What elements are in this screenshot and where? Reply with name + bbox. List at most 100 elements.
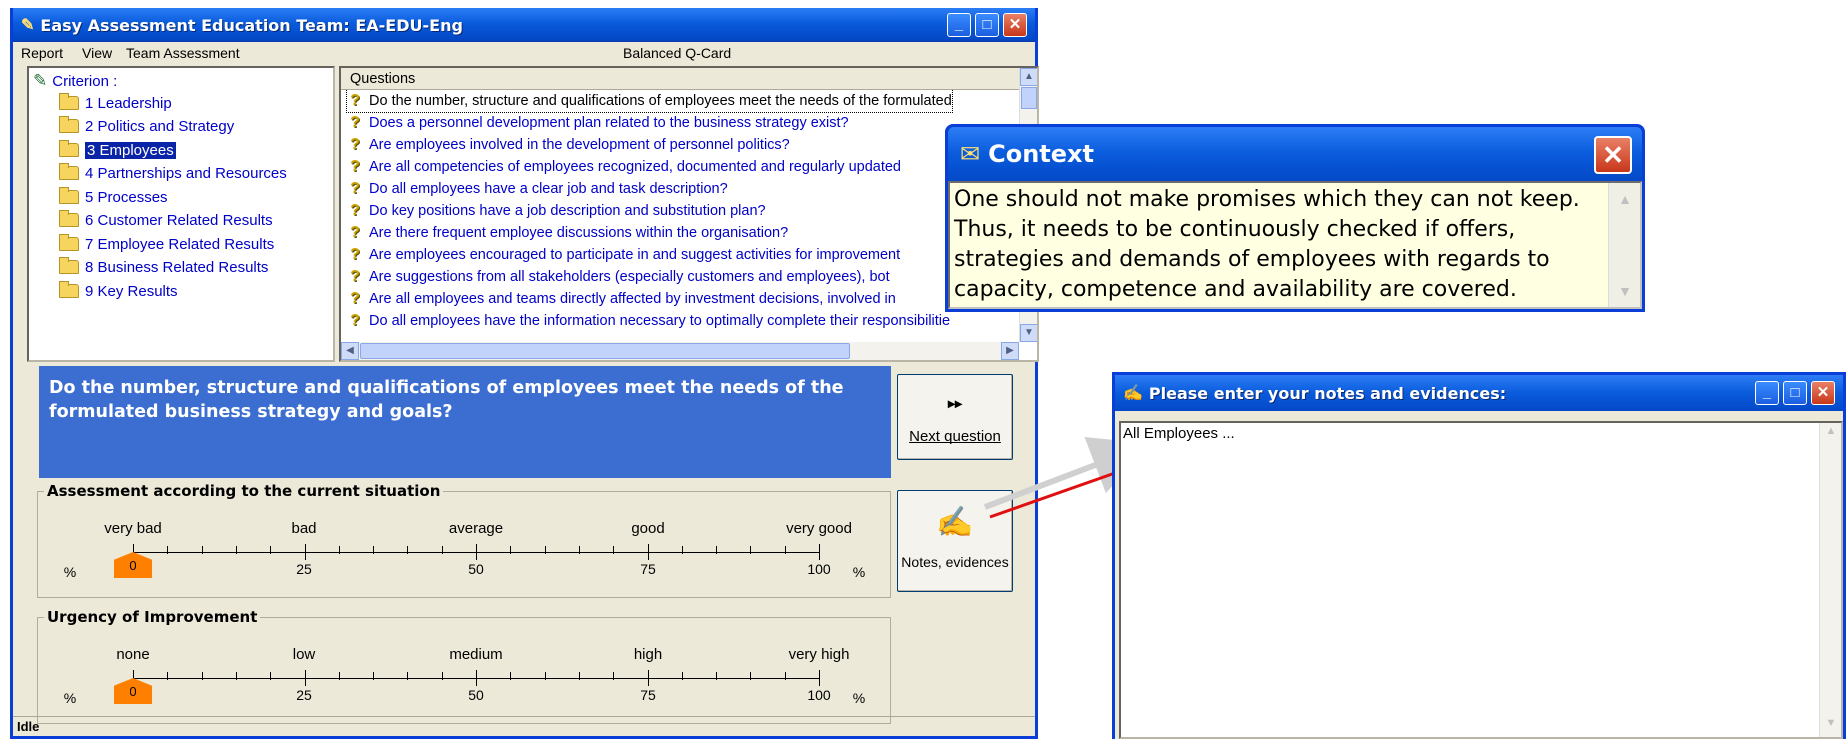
minimize-button[interactable]: _ (947, 13, 971, 37)
scale-number: 25 (296, 687, 312, 703)
assessment-scale[interactable]: very bad bad average good very good % 25… (37, 482, 891, 598)
urgency-scale[interactable]: none low medium high very high % 25 50 7… (37, 608, 891, 724)
fast-forward-icon: ▸▸ (947, 395, 963, 411)
notes-titlebar[interactable]: ✍ Please enter your notes and evidences:… (1115, 375, 1843, 411)
scale-tick (716, 672, 718, 680)
scale-tick (784, 546, 786, 554)
main-title: Easy Assessment Education Team: EA-EDU-E… (40, 15, 463, 35)
notes-scroll-down-icon[interactable]: ▼ (1822, 717, 1840, 735)
notes-close-button[interactable]: ✕ (1811, 381, 1835, 405)
folder-icon (59, 234, 79, 251)
main-window: ✎ Easy Assessment Education Team: EA-EDU… (10, 8, 1039, 739)
scale-tick (750, 672, 752, 680)
question-row[interactable]: ? Are there frequent employee discussions… (347, 222, 788, 244)
scale-tick (235, 672, 237, 680)
context-close-button[interactable]: ✕ (1594, 136, 1632, 174)
context-scroll-down-icon[interactable]: ▼ (1611, 277, 1639, 305)
scale-tick (510, 546, 512, 554)
menu-view[interactable]: View (82, 45, 112, 61)
scale-label: good (631, 520, 665, 537)
notes-evidences-button[interactable]: ✍ Notes, evidences (897, 490, 1013, 592)
scale-tick (373, 672, 375, 680)
scale-tick (338, 546, 340, 554)
scroll-down-icon[interactable]: ▼ (1020, 324, 1037, 342)
questions-rows: ? Do the number, structure and qualificat… (341, 90, 1019, 340)
maximize-button[interactable]: □ (975, 13, 999, 37)
scale-label: average (448, 520, 504, 537)
tree-item[interactable]: 9 Key Results (59, 280, 178, 302)
main-titlebar[interactable]: ✎ Easy Assessment Education Team: EA-EDU… (13, 8, 1035, 42)
hscroll-thumb[interactable] (360, 343, 850, 359)
urgency-marker[interactable]: 0 (114, 678, 152, 704)
question-row[interactable]: ? Does a personnel development plan relat… (347, 112, 849, 134)
question-row[interactable]: ? Are all competencies of employees recog… (347, 156, 901, 178)
scale-tick (167, 546, 169, 554)
balanced-qcard-label[interactable]: Balanced Q-Card (623, 45, 731, 61)
notes-title: Please enter your notes and evidences: (1148, 383, 1507, 403)
context-scroll-up-icon[interactable]: ▲ (1611, 185, 1639, 213)
close-button[interactable]: ✕ (1003, 13, 1027, 37)
scale-number: 100 (807, 687, 831, 703)
folder-icon (59, 93, 79, 110)
question-row[interactable]: ? Do all employees have a clear job and t… (347, 178, 728, 200)
question-row[interactable]: ? Are employees involved in the developme… (347, 134, 790, 156)
menu-team-assessment[interactable]: Team Assessment (126, 45, 240, 61)
menu-report[interactable]: Report (21, 45, 63, 61)
scale-tick (716, 546, 718, 554)
question-row[interactable]: ? Are all employees and teams directly af… (347, 288, 896, 310)
scale-tick (613, 672, 615, 680)
menu-bar: Report View Team Assessment Balanced Q-C… (13, 42, 1035, 64)
scroll-thumb[interactable] (1021, 87, 1037, 109)
tree-item[interactable]: 4 Partnerships and Resources (59, 162, 287, 184)
questions-list[interactable]: Questions ? Do the number, structure and … (339, 66, 1039, 362)
assessment-marker[interactable]: 0 (114, 552, 152, 578)
scale-tick (167, 672, 169, 680)
question-row[interactable]: ? Do the number, structure and qualificat… (346, 90, 953, 113)
scale-tick (201, 546, 203, 554)
question-icon: ? (350, 92, 360, 109)
scale-tick (441, 546, 443, 554)
tree-item[interactable]: 7 Employee Related Results (59, 233, 274, 255)
folder-icon (59, 281, 79, 298)
tree-item[interactable]: 5 Processes (59, 186, 168, 208)
scale-tick (441, 672, 443, 680)
context-icon: ✉ (960, 140, 981, 168)
folder-icon (59, 257, 79, 274)
question-icon: ? (350, 158, 360, 175)
scroll-left-icon[interactable]: ◀ (341, 342, 359, 360)
scale-tick (784, 672, 786, 680)
context-vscroll[interactable]: ▲ ▼ (1608, 183, 1640, 307)
tree-item-selected[interactable]: 3 Employees (59, 139, 176, 161)
notes-window: ✍ Please enter your notes and evidences:… (1112, 372, 1846, 739)
status-text: Idle (17, 719, 40, 734)
questions-header: Questions (341, 68, 1037, 90)
tree-item[interactable]: 1 Leadership (59, 92, 172, 114)
notes-textarea[interactable]: All Employees ... ▲ ▼ (1119, 421, 1843, 739)
scale-number: 25 (296, 561, 312, 577)
tree-item[interactable]: 8 Business Related Results (59, 256, 268, 278)
question-icon: ? (350, 246, 360, 263)
notes-scroll-up-icon[interactable]: ▲ (1822, 425, 1840, 443)
percent-sign: % (852, 690, 866, 706)
question-icon: ? (350, 224, 360, 241)
percent-sign: % (852, 564, 866, 580)
questions-hscroll[interactable]: ◀ ▶ (341, 342, 1019, 360)
tree-item[interactable]: 6 Customer Related Results (59, 209, 273, 231)
scroll-up-icon[interactable]: ▲ (1020, 68, 1037, 86)
question-row[interactable]: ? Are employees encouraged to participate… (347, 244, 900, 266)
status-bar: Idle (13, 716, 1035, 736)
scale-tick (338, 672, 340, 680)
notes-minimize-button[interactable]: _ (1755, 381, 1779, 405)
criteria-tree[interactable]: ✎ Criterion : 1 Leadership 2 Politics an… (27, 66, 335, 362)
question-row[interactable]: ? Do all employees have the information n… (347, 310, 950, 332)
context-titlebar[interactable]: ✉ Context ✕ (948, 127, 1642, 181)
scroll-right-icon[interactable]: ▶ (1001, 342, 1019, 360)
question-row[interactable]: ? Are suggestions from all stakeholders (… (347, 266, 890, 288)
question-row[interactable]: ? Do key positions have a job description… (347, 200, 765, 222)
notes-vscroll[interactable]: ▲ ▼ (1819, 423, 1841, 737)
tree-item[interactable]: 2 Politics and Strategy (59, 115, 234, 137)
scale-tick (681, 672, 683, 680)
next-question-button[interactable]: ▸▸ Next question (897, 374, 1013, 460)
scale-tick (578, 546, 580, 554)
notes-maximize-button[interactable]: □ (1783, 381, 1807, 405)
